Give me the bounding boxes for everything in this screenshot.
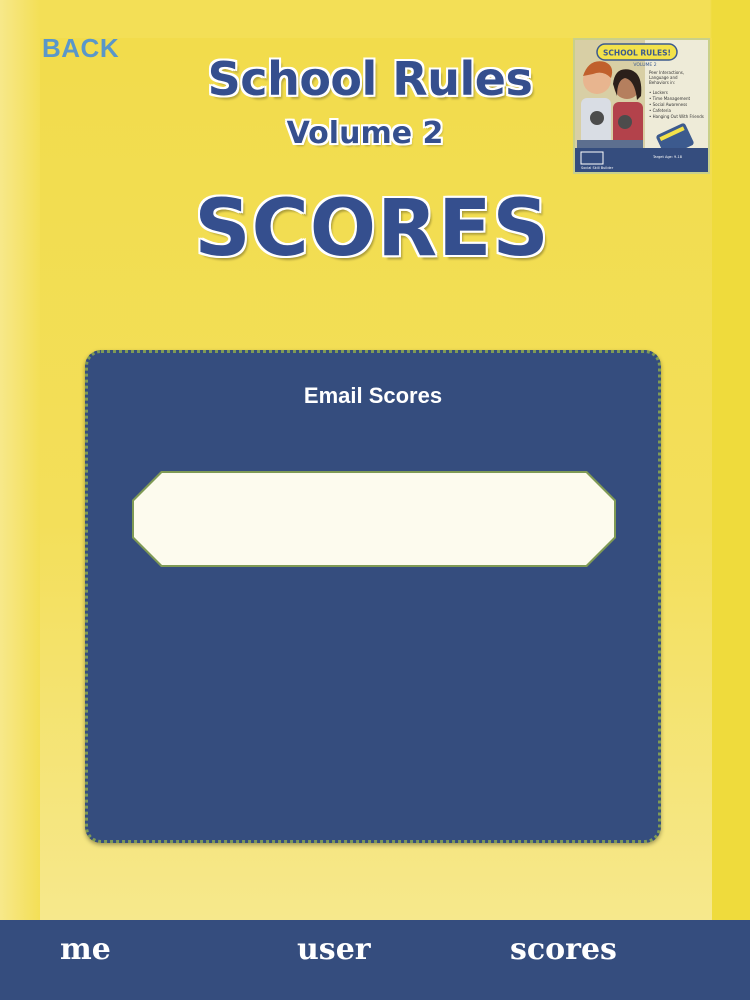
page-heading: SCORES (194, 184, 550, 274)
cover-bullet: • Social Awareness (649, 102, 687, 107)
cover-bullet: • Lockers (649, 90, 668, 95)
cover-image: SCHOOL RULES! VOLUME 2 Peer Interactions… (573, 38, 710, 174)
cover-volume-text: VOLUME 2 (633, 62, 656, 68)
cover-bullet: • Hanging Out With Friends (649, 114, 704, 119)
tab-user[interactable]: user (297, 932, 371, 967)
email-scores-panel: Email Scores (85, 350, 661, 843)
email-input[interactable] (134, 473, 614, 565)
cover-publisher-text: Social Skill Builder (581, 166, 614, 170)
cover-title-text: SCHOOL RULES! (603, 49, 671, 58)
bottom-tab-bar: me user scores (0, 920, 750, 1000)
email-field-container (132, 471, 616, 567)
cover-bullet: • Time Management (649, 96, 690, 101)
tab-me[interactable]: me (60, 932, 111, 967)
cover-bullet: • Cafeteria (649, 108, 672, 113)
cover-target-age-text: Target Age: 9-18 (652, 155, 682, 159)
tab-scores[interactable]: scores (510, 932, 617, 967)
email-scores-title: Email Scores (303, 383, 443, 408)
